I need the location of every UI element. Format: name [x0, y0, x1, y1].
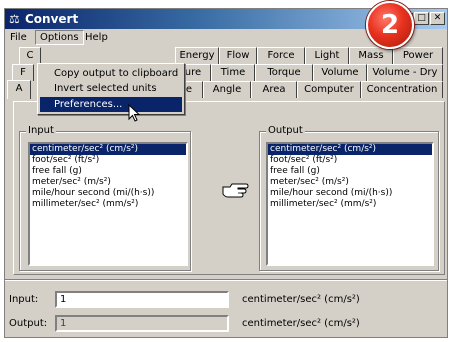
tab-mass[interactable]: Mass: [349, 47, 393, 64]
unit-list-item[interactable]: mile/hour second (mi/(h·s)): [30, 188, 186, 199]
tab-volume[interactable]: Volume: [313, 64, 367, 81]
unit-list-item[interactable]: centimeter/sec² (cm/s²): [30, 144, 186, 155]
pointing-hand-icon[interactable]: [222, 181, 250, 199]
input-value-field[interactable]: 1: [55, 291, 229, 308]
tab-angle[interactable]: Angle: [203, 81, 251, 98]
output-value-field[interactable]: 1: [55, 315, 229, 332]
options-dropdown-menu: Copy output to clipboard Invert selected…: [37, 63, 185, 115]
menu-help[interactable]: Help: [81, 30, 112, 45]
tab-c[interactable]: C: [19, 47, 41, 64]
unit-list-item[interactable]: millimeter/sec² (mm/s²): [30, 199, 186, 210]
tab-area[interactable]: Area: [251, 81, 297, 98]
tab-volume-dry[interactable]: Volume - Dry: [367, 64, 443, 81]
step-badge: 2: [366, 1, 414, 49]
close-button[interactable]: ✕: [430, 12, 445, 25]
output-unit-list[interactable]: centimeter/sec² (cm/s²) foot/sec² (ft/s²)…: [266, 142, 434, 266]
output-group: Output centimeter/sec² (cm/s²) foot/sec² …: [259, 125, 439, 271]
tab-time[interactable]: Time: [211, 64, 255, 81]
output-field-label: Output:: [9, 318, 48, 329]
menu-preferences[interactable]: Preferences...: [40, 97, 182, 112]
menu-copy-output[interactable]: Copy output to clipboard: [40, 66, 182, 81]
tab-energy[interactable]: Energy: [175, 47, 219, 64]
output-unit-label: centimeter/sec² (cm/s²): [242, 318, 360, 329]
input-field-label: Input:: [9, 294, 39, 305]
unit-list-item[interactable]: centimeter/sec² (cm/s²): [268, 144, 432, 155]
unit-list-item[interactable]: meter/sec² (m/s²): [268, 177, 432, 188]
tab-computer[interactable]: Computer: [297, 81, 361, 98]
mouse-cursor-icon: [128, 104, 141, 122]
input-group-label: Input: [26, 125, 56, 137]
window-title: Convert: [25, 12, 79, 26]
tab-force[interactable]: Force: [257, 47, 305, 64]
input-unit-label: centimeter/sec² (cm/s²): [242, 294, 360, 305]
tab-torque[interactable]: Torque: [255, 64, 313, 81]
unit-list-item[interactable]: foot/sec² (ft/s²): [30, 155, 186, 166]
tab-power[interactable]: Power: [393, 47, 443, 64]
output-group-label: Output: [266, 125, 305, 137]
input-unit-list[interactable]: centimeter/sec² (cm/s²) foot/sec² (ft/s²)…: [28, 142, 188, 266]
tab-row-1: C Energy Flow Force Light Mass Power: [5, 47, 449, 64]
tab-acceleration[interactable]: A: [7, 80, 31, 99]
tab-concentration[interactable]: Concentration: [361, 81, 443, 98]
unit-list-item[interactable]: millimeter/sec² (mm/s²): [268, 199, 432, 210]
unit-list-item[interactable]: mile/hour second (mi/(h·s)): [268, 188, 432, 199]
input-group: Input centimeter/sec² (cm/s²) foot/sec² (…: [19, 125, 191, 271]
scales-icon: ⚖: [9, 12, 20, 26]
unit-list-item[interactable]: meter/sec² (m/s²): [30, 177, 186, 188]
unit-list-item[interactable]: free fall (g): [268, 166, 432, 177]
unit-list-item[interactable]: foot/sec² (ft/s²): [268, 155, 432, 166]
maximize-button[interactable]: □: [414, 12, 429, 25]
menu-options[interactable]: Options: [35, 30, 84, 45]
unit-list-item[interactable]: free fall (g): [30, 166, 186, 177]
convert-window: ⚖ Convert _ □ ✕ File Options Help C Ener…: [4, 8, 448, 338]
menu-file[interactable]: File: [6, 30, 31, 45]
tab-flow[interactable]: Flow: [219, 47, 257, 64]
tab-f[interactable]: F: [12, 64, 34, 81]
separator: [5, 279, 447, 281]
tab-light[interactable]: Light: [305, 47, 349, 64]
menu-invert-units[interactable]: Invert selected units: [40, 81, 182, 96]
